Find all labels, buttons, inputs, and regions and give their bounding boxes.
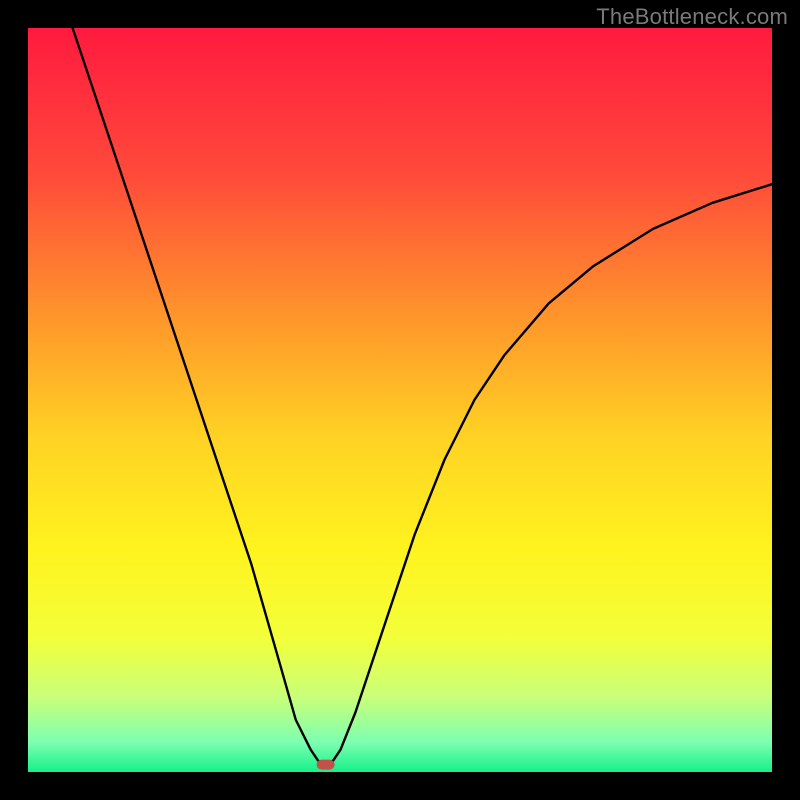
chart-frame: TheBottleneck.com (0, 0, 800, 800)
plot-background (28, 28, 772, 772)
bottleneck-chart (28, 28, 772, 772)
valley-marker (317, 760, 335, 770)
watermark-text: TheBottleneck.com (596, 4, 788, 30)
